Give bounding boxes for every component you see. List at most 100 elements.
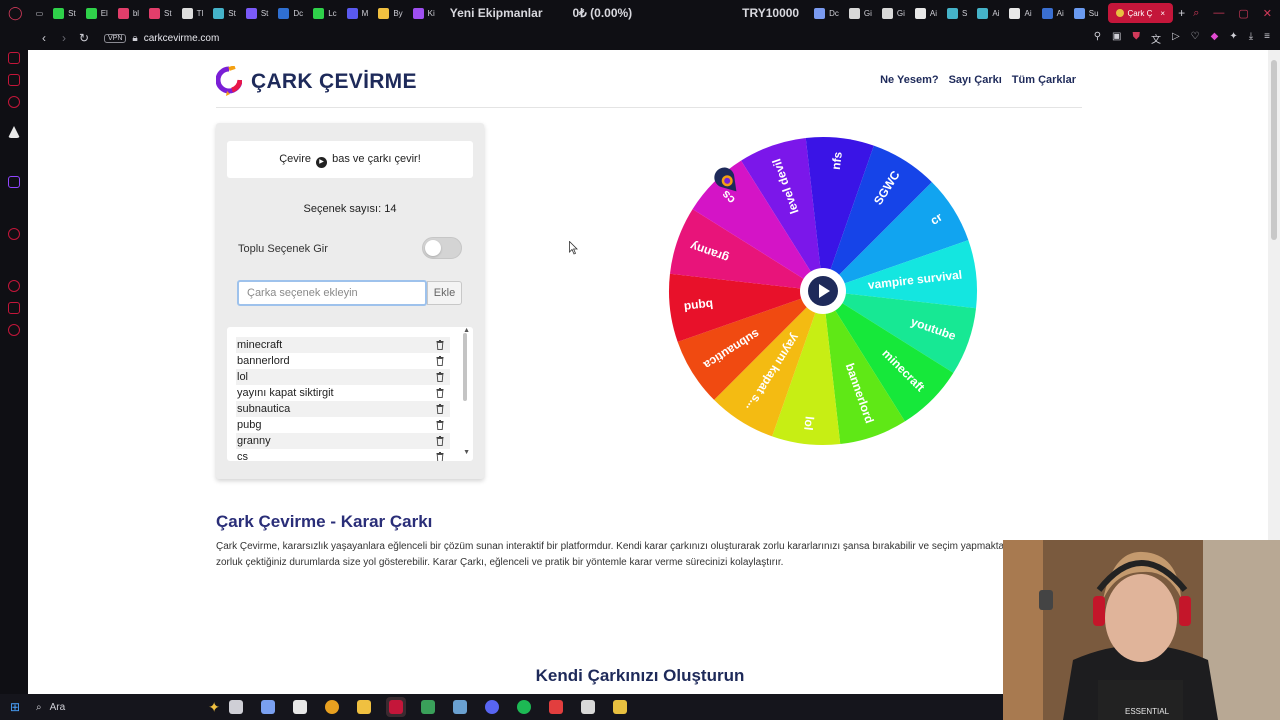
menu-icon[interactable]: ≡ <box>1264 31 1270 46</box>
tab-close-icon[interactable]: × <box>1160 9 1165 18</box>
browser-tab[interactable]: By <box>373 0 407 26</box>
taskbar-app-store[interactable] <box>290 697 310 717</box>
heart-icon[interactable]: ♡ <box>1191 31 1200 46</box>
nav-link-ne-yesem[interactable]: Ne Yesem? <box>880 74 939 86</box>
browser-tab[interactable]: St <box>48 0 81 26</box>
sidebar-twitch-icon[interactable] <box>8 176 20 188</box>
trash-icon[interactable] <box>436 340 444 350</box>
taskbar-app-chrome[interactable] <box>322 697 342 717</box>
trash-icon[interactable] <box>436 388 444 398</box>
sidebar-ai-icon[interactable] <box>8 126 20 138</box>
site-logo-text[interactable]: ÇARK ÇEVİRME <box>251 70 417 94</box>
close-window-icon[interactable]: ✕ <box>1263 7 1272 20</box>
bulk-entry-toggle[interactable] <box>422 237 462 259</box>
option-input[interactable] <box>237 280 427 306</box>
sidebar-whatsapp-icon[interactable] <box>8 96 20 108</box>
browser-tab[interactable]: bl <box>113 0 144 26</box>
browser-tab[interactable]: El <box>81 0 113 26</box>
taskbar-app-app[interactable] <box>418 697 438 717</box>
page-scrollbar-thumb[interactable] <box>1271 60 1277 240</box>
pin-icon[interactable]: ⚲ <box>1094 31 1101 46</box>
taskbar-app-task-view[interactable] <box>226 697 246 717</box>
browser-tab[interactable]: S <box>942 0 972 26</box>
browser-tab[interactable]: Gi <box>877 0 910 26</box>
browser-tab[interactable]: Ai <box>1004 0 1036 26</box>
browser-tab[interactable]: Ki <box>408 0 440 26</box>
taskbar-search[interactable]: ⌕ Ara ✦ <box>30 699 220 716</box>
trash-icon[interactable] <box>436 356 444 366</box>
trash-icon[interactable] <box>436 404 444 414</box>
option-list-item[interactable]: cs <box>236 449 450 461</box>
add-option-button[interactable]: Ekle <box>427 281 462 305</box>
search-tabs-icon[interactable]: ⌕ <box>1193 7 1199 20</box>
tab-ticker-1[interactable]: Yeni Ekipmanlar <box>440 0 553 26</box>
taskbar-app-explorer[interactable] <box>354 697 374 717</box>
browser-tab[interactable]: Dc <box>273 0 308 26</box>
start-icon[interactable]: ⊞ <box>0 700 30 714</box>
tab-ticker-3[interactable]: TRY10000 <box>732 0 809 26</box>
browser-tab[interactable]: St <box>241 0 274 26</box>
decision-wheel[interactable]: level devil nfsSGWCcrvampire survivalyout… <box>668 136 978 446</box>
sidebar-messenger-icon[interactable] <box>8 52 20 64</box>
sidebar-player-icon[interactable] <box>8 228 20 240</box>
tab-active[interactable]: Çark Ç × <box>1107 3 1174 23</box>
sidebar-downloads-icon[interactable] <box>8 302 20 314</box>
list-scroll-down-icon[interactable]: ▼ <box>463 449 470 456</box>
taskbar-app-app[interactable] <box>546 697 566 717</box>
trash-icon[interactable] <box>436 452 444 461</box>
puzzle-icon[interactable]: ✦ <box>1229 31 1237 46</box>
download-icon[interactable]: ⤓ <box>1249 31 1253 46</box>
option-list-item[interactable]: minecraft <box>236 337 450 353</box>
sidebar-history-icon[interactable] <box>8 280 20 292</box>
browser-tab[interactable]: Dc <box>809 0 844 26</box>
trash-icon[interactable] <box>436 436 444 446</box>
option-list-item[interactable]: granny <box>236 433 450 449</box>
sidebar-instagram-icon[interactable] <box>8 74 20 86</box>
option-list-item[interactable]: yayını kapat siktirgit <box>236 385 450 401</box>
taskbar-app-spotify[interactable] <box>514 697 534 717</box>
option-list-item[interactable]: subnautica <box>236 401 450 417</box>
extension-icon[interactable]: ◆ <box>1211 31 1219 46</box>
taskbar-app-discord[interactable] <box>482 697 502 717</box>
browser-tab[interactable]: Tl <box>177 0 209 26</box>
option-list-item[interactable]: pubg <box>236 417 450 433</box>
browser-tab[interactable]: St <box>208 0 241 26</box>
url-field[interactable]: carkcevirme.com <box>144 33 220 44</box>
maximize-icon[interactable]: ▢ <box>1238 7 1248 20</box>
opera-menu-icon[interactable]: ◯ <box>0 0 31 26</box>
forward-icon[interactable]: › <box>54 31 74 45</box>
lock-icon[interactable]: 🔒︎ <box>132 33 137 44</box>
option-list-item[interactable]: lol <box>236 369 450 385</box>
browser-tab[interactable]: Lc <box>308 0 341 26</box>
nav-link-sayi-carki[interactable]: Sayı Çarkı <box>949 74 1002 86</box>
snapshot-icon[interactable]: ▣ <box>1112 31 1121 46</box>
browser-tab[interactable]: Ai <box>1037 0 1069 26</box>
shield-icon[interactable]: ⛊ <box>1132 31 1140 46</box>
vpn-badge[interactable]: VPN <box>104 33 127 43</box>
nav-link-tum-carklar[interactable]: Tüm Çarklar <box>1012 74 1076 86</box>
browser-tab[interactable]: M <box>342 0 374 26</box>
list-scrollbar[interactable] <box>463 333 467 401</box>
logo-icon[interactable] <box>216 66 242 96</box>
player-icon[interactable]: ▷ <box>1172 31 1180 46</box>
browser-tab[interactable]: Gi <box>844 0 877 26</box>
taskbar-app-copilot[interactable] <box>258 697 278 717</box>
trash-icon[interactable] <box>436 420 444 430</box>
sidebar-settings-icon[interactable] <box>8 324 20 336</box>
workspace-icon[interactable]: ▭ <box>31 0 49 26</box>
browser-tab[interactable]: St <box>144 0 177 26</box>
new-tab-button[interactable]: + <box>1173 0 1190 26</box>
browser-tab[interactable]: Su <box>1069 0 1104 26</box>
taskbar-app-app[interactable] <box>610 697 630 717</box>
taskbar-app-steam[interactable] <box>450 697 470 717</box>
option-list-item[interactable]: bannerlord <box>236 353 450 369</box>
tab-ticker-2[interactable]: 0₺ (0.00%) <box>563 0 643 26</box>
translate-icon[interactable]: 文 <box>1151 31 1161 46</box>
taskbar-app-opera[interactable] <box>386 697 406 717</box>
back-icon[interactable]: ‹ <box>34 31 54 45</box>
browser-tab[interactable]: Ai <box>910 0 942 26</box>
option-list[interactable]: ▲ ▼ minecraft bannerlord lol yayını kapat s… <box>227 327 473 461</box>
browser-tab[interactable]: Ai <box>972 0 1004 26</box>
minimize-icon[interactable]: — <box>1213 7 1224 20</box>
taskbar-app-obs[interactable] <box>578 697 598 717</box>
